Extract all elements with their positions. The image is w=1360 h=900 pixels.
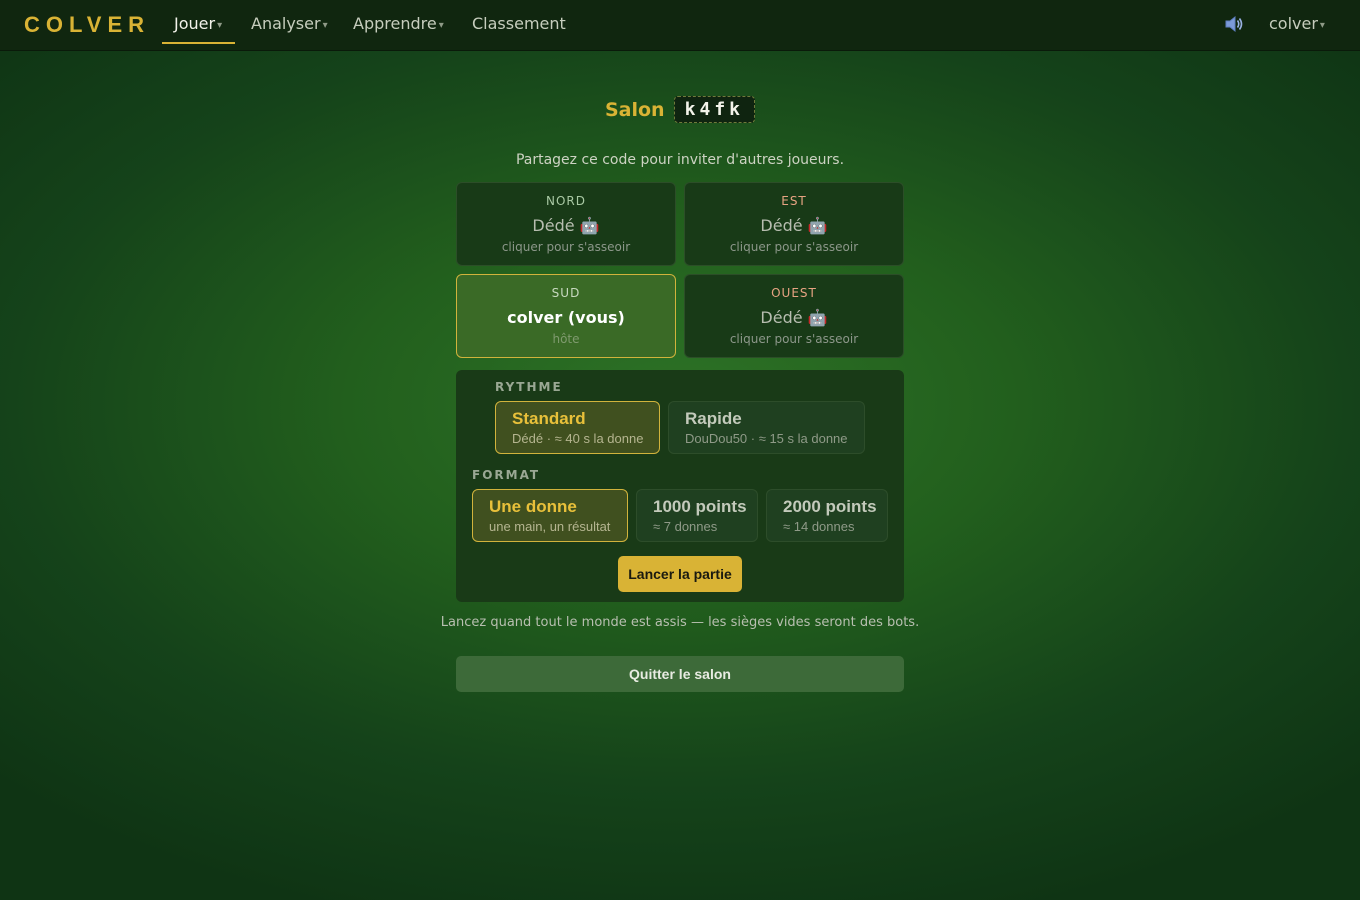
chevron-down-icon: ▾ [438,20,444,31]
seat-player-name: Dédé 🤖 [760,216,828,235]
launch-note: Lancez quand tout le monde est assis — l… [440,615,920,630]
app-logo[interactable]: COLVER [24,12,150,38]
seat-player-name: Dédé 🤖 [760,308,828,327]
seat-hint: cliquer pour s'asseoir [729,332,859,346]
user-name: colver [1269,14,1318,33]
option-title: Rapide [685,409,742,428]
nav-item-classement[interactable]: Classement [472,14,566,33]
seat-sud: SUD colver (vous) hôte [456,274,676,358]
top-navbar: COLVER Jouer ▾ Analyser ▾ Apprendre ▾ Class… [0,0,1360,51]
user-menu[interactable]: colver ▾ [1269,14,1325,33]
seat-nord[interactable]: NORD Dédé 🤖 cliquer pour s'asseoir [456,182,676,266]
chevron-down-icon: ▾ [322,20,328,31]
nav-item-apprendre[interactable]: Apprendre ▾ [353,14,444,33]
salon-header: Salon k4fk [0,96,1360,123]
active-tab-indicator [162,42,235,44]
salon-code[interactable]: k4fk [673,96,756,123]
seat-position: EST [781,194,807,208]
nav-item-label: Analyser [251,14,321,33]
chevron-down-icon: ▾ [217,20,223,31]
share-instructions: Partagez ce code pour inviter d'autres j… [515,152,845,168]
seat-position: OUEST [771,286,817,300]
option-subtitle: une main, un résultat [489,519,611,534]
format-option-2000-points[interactable]: 2000 points ≈ 14 donnes [766,489,888,542]
seat-player-name: colver (vous) [507,308,625,327]
format-option-1000-points[interactable]: 1000 points ≈ 7 donnes [636,489,758,542]
nav-item-label: Jouer [174,14,216,33]
launch-game-button[interactable]: Lancer la partie [618,556,742,592]
seat-position: NORD [546,194,586,208]
option-title: 1000 points [653,497,747,516]
format-label: FORMAT [472,468,541,482]
format-option-une-donne[interactable]: Une donne une main, un résultat [472,489,628,542]
seat-ouest[interactable]: OUEST Dédé 🤖 cliquer pour s'asseoir [684,274,904,358]
seat-position: SUD [551,286,581,300]
option-subtitle: ≈ 14 donnes [783,519,855,534]
seat-player-name: Dédé 🤖 [532,216,600,235]
chevron-down-icon: ▾ [1319,20,1325,31]
rythme-label: RYTHME [495,380,563,394]
seat-est[interactable]: EST Dédé 🤖 cliquer pour s'asseoir [684,182,904,266]
speaker-icon[interactable] [1223,13,1245,35]
seat-hint: hôte [552,332,580,346]
nav-item-label: Apprendre [353,14,437,33]
option-subtitle: DouDou50 · ≈ 15 s la donne [685,431,848,446]
seat-hint: cliquer pour s'asseoir [501,240,631,254]
option-subtitle: Dédé · ≈ 40 s la donne [512,431,644,446]
option-subtitle: ≈ 7 donnes [653,519,718,534]
option-title: Une donne [489,497,577,516]
salon-label: Salon [604,98,665,121]
option-title: 2000 points [783,497,877,516]
nav-item-label: Classement [472,14,566,33]
nav-item-analyser[interactable]: Analyser ▾ [251,14,328,33]
nav-item-jouer[interactable]: Jouer ▾ [174,14,222,33]
quit-salon-button[interactable]: Quitter le salon [456,656,904,692]
rythme-option-standard[interactable]: Standard Dédé · ≈ 40 s la donne [495,401,660,454]
seat-hint: cliquer pour s'asseoir [729,240,859,254]
option-title: Standard [512,409,586,428]
rythme-option-rapide[interactable]: Rapide DouDou50 · ≈ 15 s la donne [668,401,865,454]
